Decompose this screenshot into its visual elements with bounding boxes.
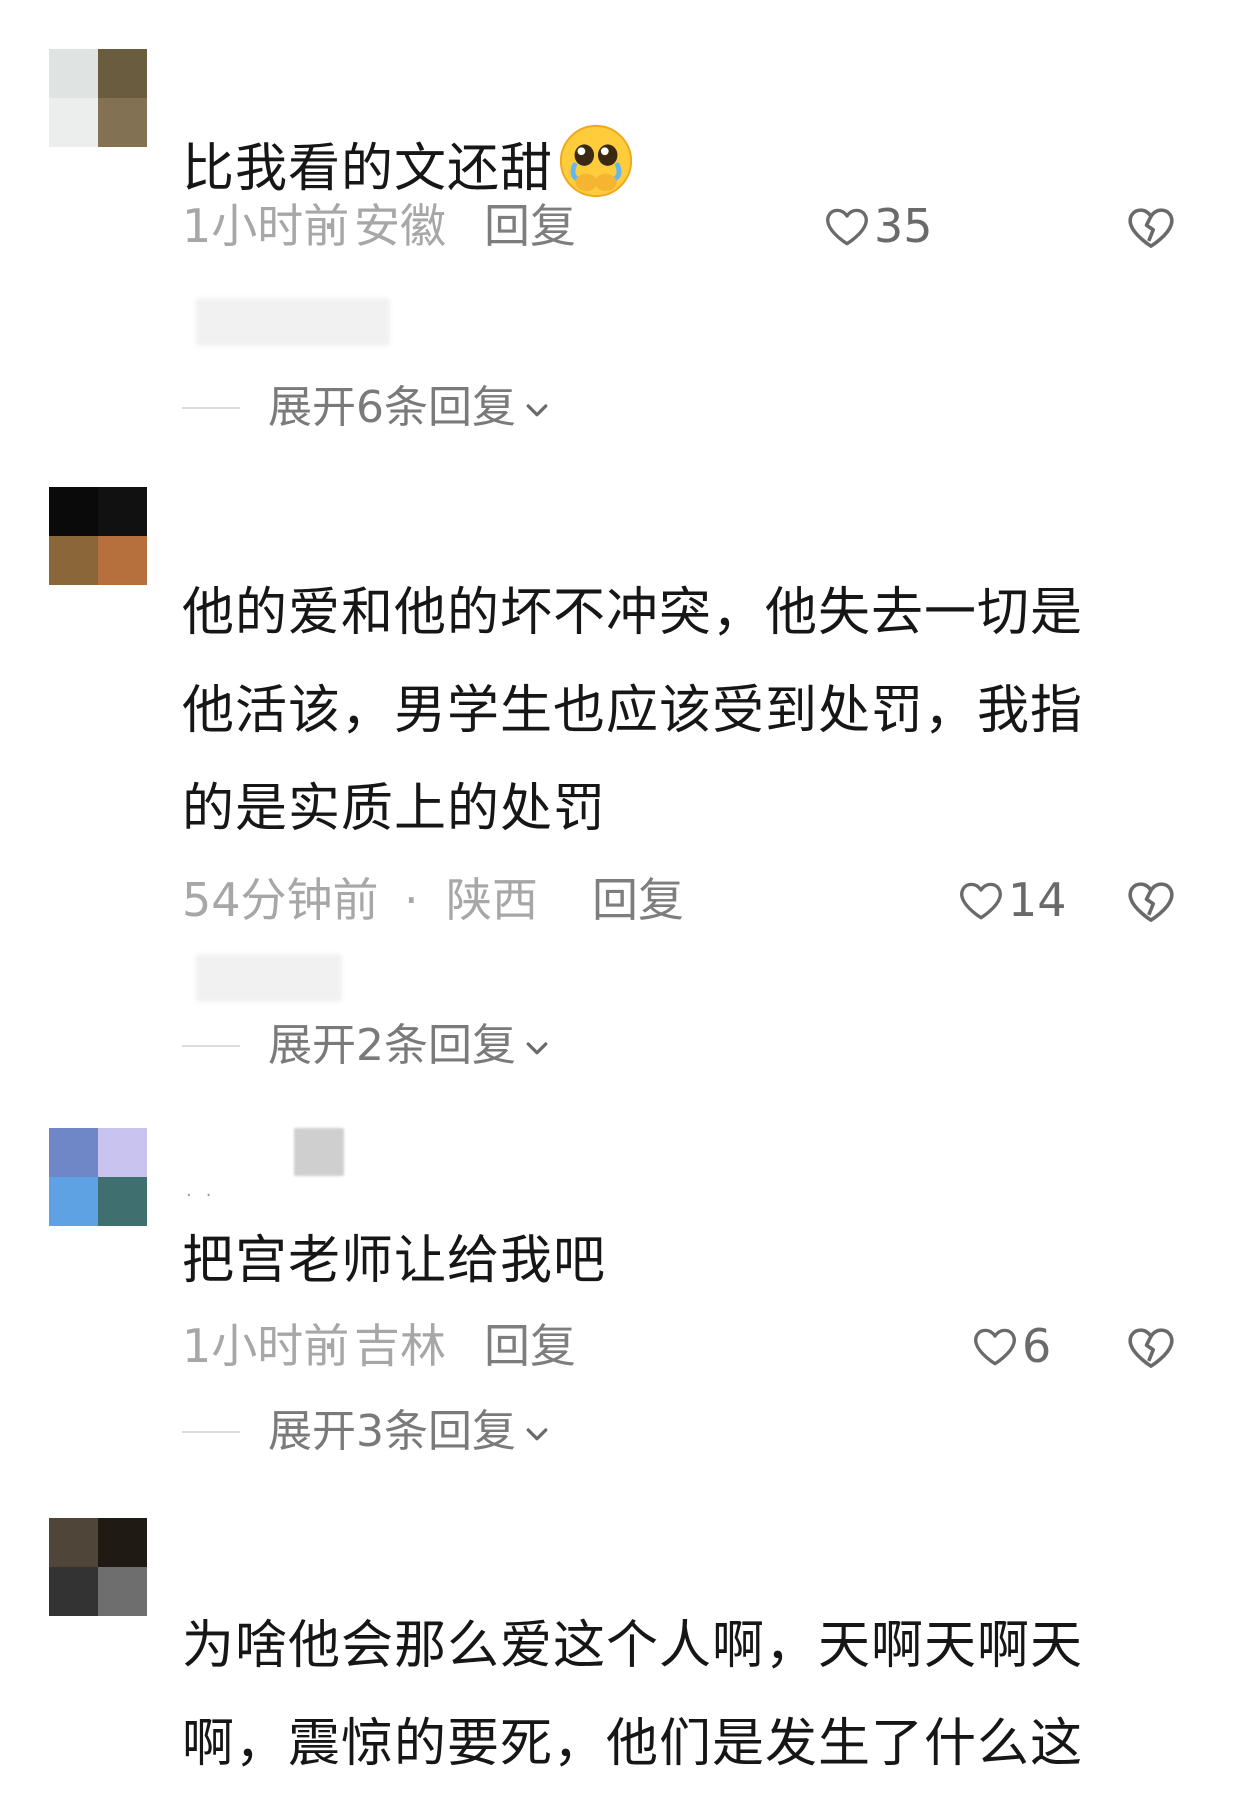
heart-outline-icon xyxy=(826,208,868,246)
expand-replies-label: 展开6条回复 xyxy=(268,382,516,433)
avatar[interactable] xyxy=(49,1518,147,1616)
reply-preview-redacted xyxy=(196,954,342,1002)
comment-meta: 54分钟前 · 陕西 回复 14 xyxy=(182,870,1192,930)
comment-time: 54分钟前 xyxy=(182,873,379,927)
like-count: 35 xyxy=(874,199,933,253)
avatar-tile xyxy=(49,1567,98,1616)
username-redacted xyxy=(294,1128,344,1176)
comment-region: 陕西 xyxy=(446,873,538,927)
expand-replies-label: 展开3条回复 xyxy=(268,1406,516,1457)
pleading-face-emoji-icon xyxy=(559,124,633,198)
comment-text-line: 啊，震惊的要死，他们是发生了什么这 xyxy=(182,1714,1084,1774)
avatar-tile xyxy=(49,1128,98,1177)
avatar-tile xyxy=(49,536,98,585)
avatar[interactable] xyxy=(49,49,147,147)
comment-text-line: 的是实质上的处罚 xyxy=(182,779,607,839)
expand-replies-label: 展开2条回复 xyxy=(268,1020,516,1071)
comment-text: 为啥他会那么爱这个人啊，天啊天啊天 啊，震惊的要死，他们是发生了什么这 xyxy=(182,1597,1172,1793)
comment-text-line: 他的爱和他的坏不冲突，他失去一切是 xyxy=(182,583,1084,643)
like-button[interactable]: 35 xyxy=(822,198,933,254)
avatar-tile xyxy=(49,487,98,536)
reply-preview-redacted xyxy=(196,298,390,346)
broken-heart-icon[interactable] xyxy=(1124,200,1178,254)
like-count: 14 xyxy=(1008,873,1067,927)
avatar-tile xyxy=(98,536,147,585)
comment-text-line: 为啥他会那么爱这个人啊，天啊天啊天 xyxy=(182,1616,1084,1676)
like-count: 6 xyxy=(1022,1319,1052,1373)
expand-replies-button[interactable]: 展开2条回复 xyxy=(182,1016,552,1076)
avatar[interactable] xyxy=(49,1128,147,1226)
chevron-down-icon xyxy=(526,1428,548,1441)
chevron-down-icon xyxy=(526,404,548,417)
expand-divider xyxy=(182,407,240,409)
broken-heart-icon[interactable] xyxy=(1124,874,1178,928)
expand-replies-button[interactable]: 展开3条回复 xyxy=(182,1402,552,1462)
avatar-tile xyxy=(98,98,147,147)
meta-separator: · xyxy=(322,199,337,253)
expand-divider xyxy=(182,1045,240,1047)
expand-replies-button[interactable]: 展开6条回复 xyxy=(182,378,552,438)
avatar-tile xyxy=(98,1567,147,1616)
like-button[interactable]: 14 xyxy=(956,872,1067,928)
comment-text-line: 他活该，男学生也应该受到处罚，我指 xyxy=(182,681,1084,741)
comment-region: 吉林 xyxy=(354,1319,446,1373)
avatar-tile xyxy=(98,49,147,98)
broken-heart-icon[interactable] xyxy=(1124,1320,1178,1374)
meta-separator: · xyxy=(322,1319,337,1373)
avatar-tile xyxy=(98,487,147,536)
reply-button[interactable]: 回复 xyxy=(484,1316,576,1376)
comment-text: 他的爱和他的坏不冲突，他失去一切是 他活该，男学生也应该受到处罚，我指 的是实质… xyxy=(182,564,1172,858)
username-redacted-trace: .. xyxy=(186,1180,226,1201)
avatar-tile xyxy=(98,1518,147,1567)
avatar-tile xyxy=(49,98,98,147)
like-button[interactable]: 6 xyxy=(970,1318,1051,1374)
reply-button[interactable]: 回复 xyxy=(592,870,684,930)
comment-region: 安徽 xyxy=(354,199,446,253)
reply-button[interactable]: 回复 xyxy=(484,196,576,256)
comment-meta: 1小时前 · 吉林 回复 6 xyxy=(182,1316,1192,1376)
meta-separator: · xyxy=(404,873,419,927)
heart-outline-icon xyxy=(974,1328,1016,1366)
avatar-tile xyxy=(49,1177,98,1226)
comment-meta: 1小时前 · 安徽 回复 35 xyxy=(182,196,1192,256)
avatar-tile xyxy=(49,1518,98,1567)
comment-text: 把宫老师让给我吧 xyxy=(182,1231,607,1291)
avatar-tile xyxy=(98,1177,147,1226)
avatar-tile xyxy=(49,49,98,98)
expand-divider xyxy=(182,1431,240,1433)
heart-outline-icon xyxy=(960,882,1002,920)
chevron-down-icon xyxy=(526,1042,548,1055)
avatar-tile xyxy=(98,1128,147,1177)
avatar[interactable] xyxy=(49,487,147,585)
